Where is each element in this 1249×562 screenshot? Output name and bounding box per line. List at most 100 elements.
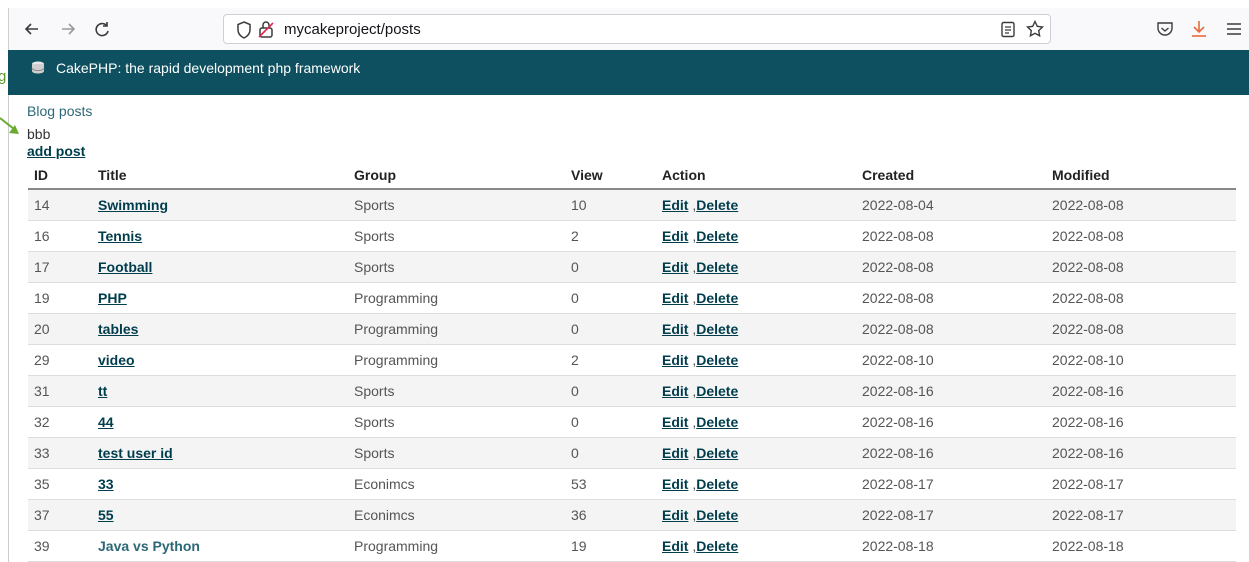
column-header-modified[interactable]: Modified — [1046, 160, 1236, 190]
column-header-title[interactable]: Title — [92, 160, 348, 190]
cell-view: 19 — [565, 530, 656, 562]
cell-modified: 2022-08-10 — [1046, 344, 1236, 376]
cake-logo-icon — [30, 60, 46, 81]
cell-group: Sports — [348, 251, 565, 283]
cell-view: 0 — [565, 313, 656, 345]
back-arrow-icon[interactable] — [21, 18, 43, 40]
post-title-link[interactable]: Java vs Python — [98, 538, 200, 554]
browser-toolbar: mycakeproject/posts — [8, 8, 1249, 50]
cell-title: Java vs Python — [92, 530, 348, 562]
star-icon[interactable] — [1025, 19, 1045, 43]
cell-action: Edit ,Delete — [656, 344, 856, 376]
edit-link[interactable]: Edit — [662, 321, 688, 337]
delete-link[interactable]: Delete — [696, 321, 738, 337]
cell-action: Edit ,Delete — [656, 313, 856, 345]
cell-group: Programming — [348, 282, 565, 314]
cell-action: Edit ,Delete — [656, 406, 856, 438]
post-title-link[interactable]: tt — [98, 383, 107, 399]
post-title-link[interactable]: PHP — [98, 290, 127, 306]
edit-link[interactable]: Edit — [662, 507, 688, 523]
cell-created: 2022-08-17 — [856, 468, 1046, 500]
cell-view: 53 — [565, 468, 656, 500]
delete-link[interactable]: Delete — [696, 352, 738, 368]
reader-view-icon[interactable] — [1000, 21, 1016, 43]
cell-title: 44 — [92, 406, 348, 438]
post-title-link[interactable]: 55 — [98, 507, 114, 523]
delete-link[interactable]: Delete — [696, 383, 738, 399]
reload-icon[interactable] — [91, 18, 113, 40]
edit-link[interactable]: Edit — [662, 445, 688, 461]
column-header-group[interactable]: Group — [348, 160, 565, 190]
download-icon[interactable] — [1190, 19, 1208, 44]
post-title-link[interactable]: Swimming — [98, 197, 168, 213]
cell-group: Programming — [348, 344, 565, 376]
post-title-link[interactable]: 33 — [98, 476, 114, 492]
edit-link[interactable]: Edit — [662, 476, 688, 492]
url-text[interactable]: mycakeproject/posts — [284, 21, 421, 38]
post-title-link[interactable]: Football — [98, 259, 152, 275]
cell-title: 55 — [92, 499, 348, 531]
cell-title: test user id — [92, 437, 348, 469]
edit-link[interactable]: Edit — [662, 197, 688, 213]
table-row: 17 Football Sports 0 Edit ,Delete 2022-08-08 2… — [28, 251, 1236, 283]
cell-view: 0 — [565, 375, 656, 407]
add-post-link[interactable]: add post — [27, 143, 85, 159]
cell-view: 36 — [565, 499, 656, 531]
post-title-link[interactable]: test user id — [98, 445, 173, 461]
delete-link[interactable]: Delete — [696, 507, 738, 523]
edit-link[interactable]: Edit — [662, 352, 688, 368]
post-title-link[interactable]: video — [98, 352, 135, 368]
table-row: 20 tables Programming 0 Edit ,Delete 2022-08-… — [28, 313, 1236, 345]
cell-title: 33 — [92, 468, 348, 500]
cell-view: 0 — [565, 437, 656, 469]
shield-icon[interactable] — [236, 21, 252, 44]
cell-created: 2022-08-16 — [856, 406, 1046, 438]
edit-link[interactable]: Edit — [662, 383, 688, 399]
delete-link[interactable]: Delete — [696, 259, 738, 275]
delete-link[interactable]: Delete — [696, 476, 738, 492]
edit-link[interactable]: Edit — [662, 414, 688, 430]
table-row: 31 tt Sports 0 Edit ,Delete 2022-08-16 2022-08… — [28, 375, 1236, 407]
column-header-id[interactable]: ID — [28, 160, 92, 190]
column-header-created[interactable]: Created — [856, 160, 1046, 190]
cell-group: Econimcs — [348, 499, 565, 531]
menu-icon[interactable] — [1225, 21, 1243, 42]
cell-group: Sports — [348, 375, 565, 407]
cell-group: Programming — [348, 530, 565, 562]
cell-id: 17 — [28, 251, 92, 283]
edit-link[interactable]: Edit — [662, 259, 688, 275]
app-header: CakePHP: the rapid development php frame… — [8, 50, 1249, 95]
table-row: 37 55 Econimcs 36 Edit ,Delete 2022-08-17 2022… — [28, 499, 1236, 531]
cell-action: Edit ,Delete — [656, 220, 856, 252]
delete-link[interactable]: Delete — [696, 445, 738, 461]
cell-id: 39 — [28, 530, 92, 562]
cell-modified: 2022-08-17 — [1046, 468, 1236, 500]
post-title-link[interactable]: 44 — [98, 414, 114, 430]
delete-link[interactable]: Delete — [696, 538, 738, 554]
cell-action: Edit ,Delete — [656, 189, 856, 221]
cell-view: 2 — [565, 344, 656, 376]
cell-modified: 2022-08-08 — [1046, 220, 1236, 252]
cell-id: 19 — [28, 282, 92, 314]
delete-link[interactable]: Delete — [696, 290, 738, 306]
forward-arrow-icon[interactable] — [57, 18, 79, 40]
url-bar[interactable]: mycakeproject/posts — [223, 14, 1051, 44]
delete-link[interactable]: Delete — [696, 228, 738, 244]
post-title-link[interactable]: tables — [98, 321, 138, 337]
delete-link[interactable]: Delete — [696, 197, 738, 213]
cell-id: 20 — [28, 313, 92, 345]
cell-group: Sports — [348, 220, 565, 252]
cell-modified: 2022-08-08 — [1046, 251, 1236, 283]
breadcrumb[interactable]: Blog posts — [27, 103, 92, 119]
delete-link[interactable]: Delete — [696, 414, 738, 430]
edit-link[interactable]: Edit — [662, 538, 688, 554]
edit-link[interactable]: Edit — [662, 290, 688, 306]
cell-title: tables — [92, 313, 348, 345]
lock-broken-icon[interactable] — [258, 20, 274, 44]
table-row: 39 Java vs Python Programming 19 Edit ,Delet… — [28, 530, 1236, 562]
column-header-view[interactable]: View — [565, 160, 656, 190]
cell-title: video — [92, 344, 348, 376]
pocket-icon[interactable] — [1156, 21, 1174, 43]
edit-link[interactable]: Edit — [662, 228, 688, 244]
post-title-link[interactable]: Tennis — [98, 228, 142, 244]
